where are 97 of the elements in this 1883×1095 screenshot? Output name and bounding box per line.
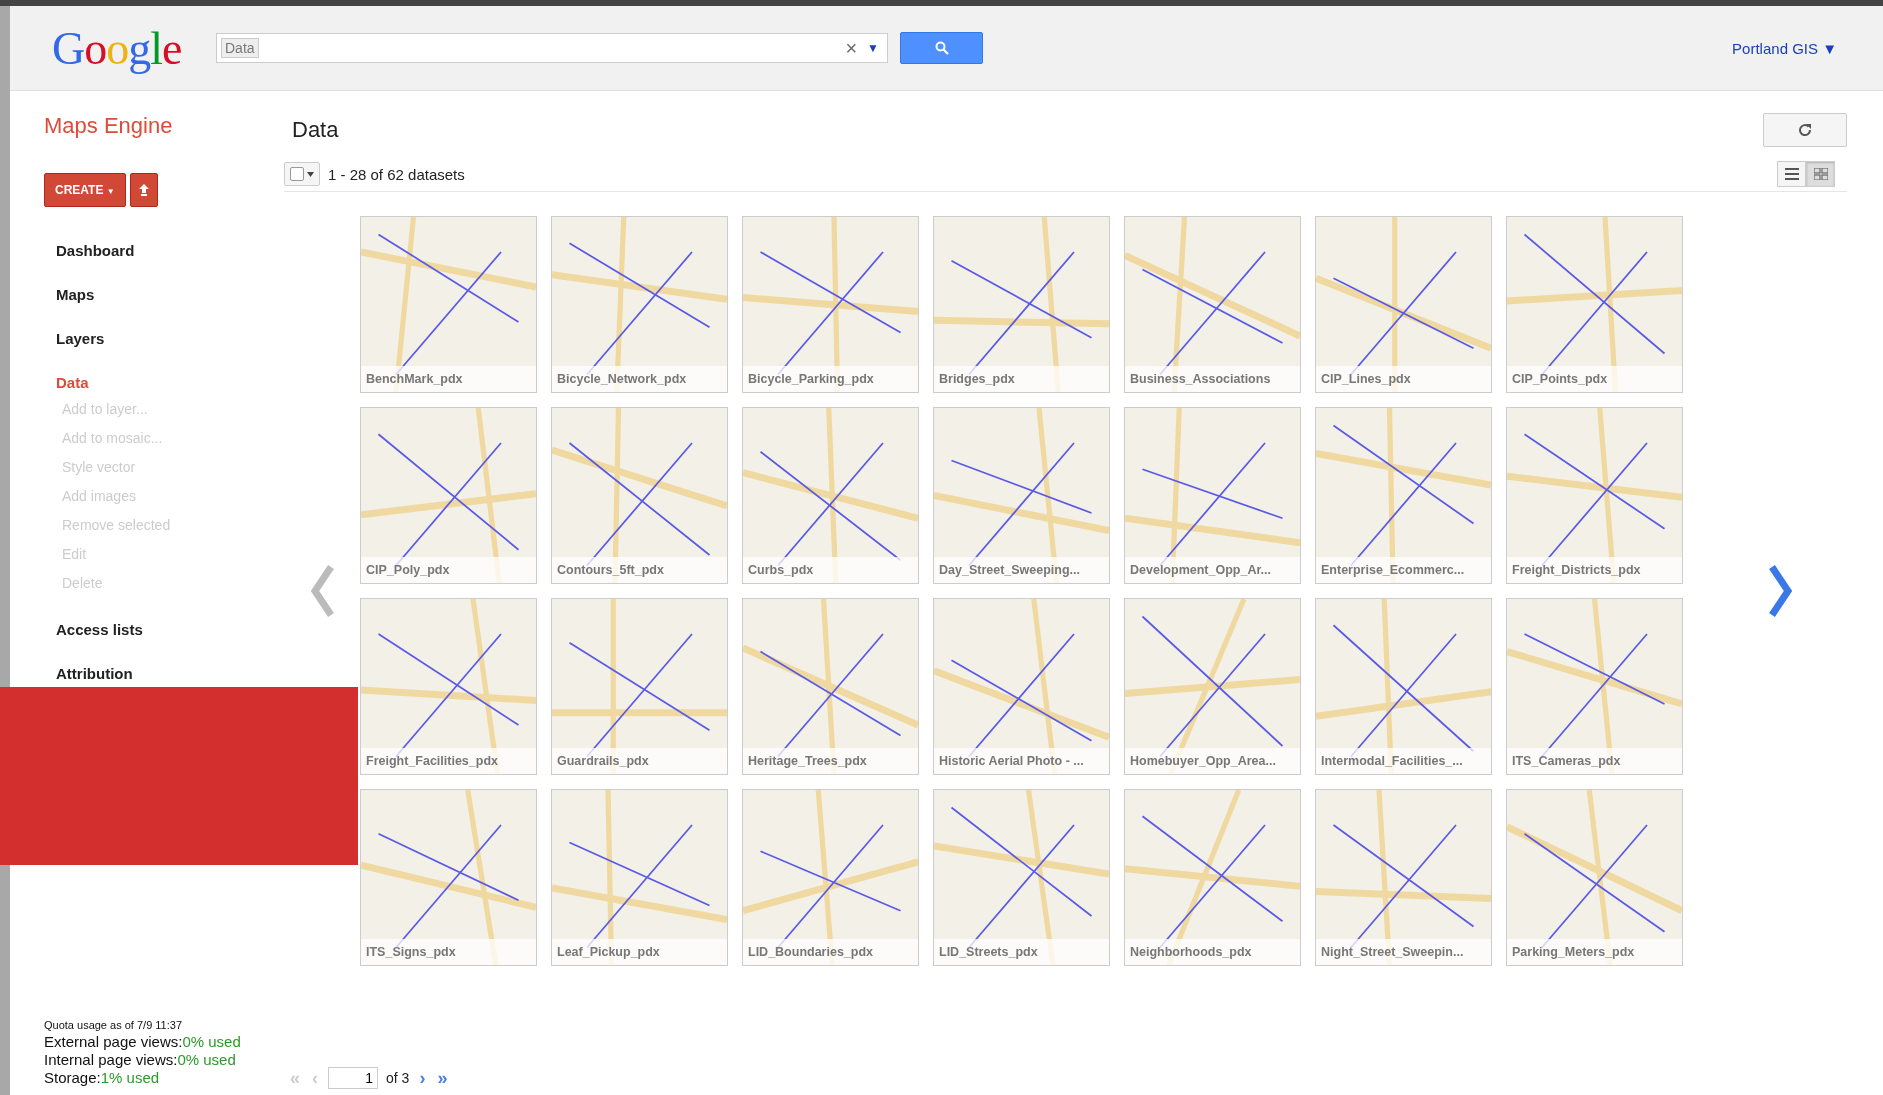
dataset-name: Homebuyer_Opp_Area... <box>1125 748 1300 774</box>
create-button[interactable]: CREATE ▼ <box>44 173 126 207</box>
dataset-name: Freight_Facilities_pdx <box>361 748 536 774</box>
dataset-name: Neighborhoods_pdx <box>1125 939 1300 965</box>
dataset-tile[interactable]: Heritage_Trees_pdx <box>742 598 919 775</box>
chevron-right-icon <box>1768 565 1794 617</box>
quota-label: Storage: <box>44 1069 101 1086</box>
dataset-tile[interactable]: Development_Opp_Ar... <box>1124 407 1301 584</box>
page-total: of 3 <box>386 1070 410 1086</box>
dataset-tile[interactable]: Contours_5ft_pdx <box>551 407 728 584</box>
search-token: Data <box>221 38 259 58</box>
dataset-name: Day_Street_Sweeping... <box>934 557 1109 583</box>
dataset-name: Curbs_pdx <box>743 557 918 583</box>
account-menu[interactable]: Portland GIS ▼ <box>1726 38 1843 58</box>
grid-view-button[interactable] <box>1806 161 1835 187</box>
dataset-name: Guardrails_pdx <box>552 748 727 774</box>
dataset-name: Bridges_pdx <box>934 366 1109 392</box>
sidebar-item[interactable]: Layers <box>44 311 272 355</box>
dataset-name: Enterprise_Ecommerc... <box>1316 557 1491 583</box>
logo[interactable]: Google <box>52 21 216 75</box>
dataset-tile[interactable]: Day_Street_Sweeping... <box>933 407 1110 584</box>
last-page-button[interactable]: » <box>435 1067 450 1089</box>
search-field[interactable]: Data × ▼ <box>216 33 888 63</box>
clear-button[interactable]: × <box>839 36 864 60</box>
sidebar-item[interactable]: Dashboard <box>44 223 272 267</box>
dataset-name: Business_Associations <box>1125 366 1300 392</box>
next-page-button[interactable]: › <box>417 1067 428 1089</box>
dataset-name: ITS_Cameras_pdx <box>1507 748 1682 774</box>
dataset-name: BenchMark_pdx <box>361 366 536 392</box>
dataset-tile[interactable]: CIP_Poly_pdx <box>360 407 537 584</box>
dataset-name: LID_Boundaries_pdx <box>743 939 918 965</box>
dataset-tile[interactable]: LID_Boundaries_pdx <box>742 789 919 966</box>
dataset-name: Heritage_Trees_pdx <box>743 748 918 774</box>
app-title: Maps Engine <box>44 113 174 140</box>
dataset-tile[interactable]: ITS_Signs_pdx <box>360 789 537 966</box>
dataset-tile[interactable]: Night_Street_Sweepin... <box>1315 789 1492 966</box>
sidebar-item[interactable]: Data <box>44 355 272 399</box>
dataset-name: Historic Aerial Photo - ... <box>934 748 1109 774</box>
refresh-icon <box>1797 122 1813 138</box>
dataset-name: CIP_Points_pdx <box>1507 366 1682 392</box>
dataset-tile[interactable]: BenchMark_pdx <box>360 216 537 393</box>
dataset-name: LID_Streets_pdx <box>934 939 1109 965</box>
dataset-tile[interactable]: LID_Streets_pdx <box>933 789 1110 966</box>
dataset-tile[interactable]: Business_Associations <box>1124 216 1301 393</box>
chevron-left-icon <box>309 565 335 617</box>
dataset-tile[interactable]: CIP_Lines_pdx <box>1315 216 1492 393</box>
grid-view-icon <box>1813 168 1828 180</box>
dataset-count: 1 - 28 of 62 datasets <box>328 165 465 183</box>
page-input[interactable]: 1 <box>328 1067 378 1089</box>
quota-label: Internal page views: <box>44 1051 178 1068</box>
dataset-name: Intermodal_Facilities_... <box>1316 748 1491 774</box>
page-title: Data <box>292 117 339 143</box>
search-button[interactable] <box>900 32 983 64</box>
dataset-tile[interactable]: Enterprise_Ecommerc... <box>1315 407 1492 584</box>
dataset-tile[interactable]: Intermodal_Facilities_... <box>1315 598 1492 775</box>
dataset-tile[interactable]: Leaf_Pickup_pdx <box>551 789 728 966</box>
dataset-tile[interactable]: Freight_Facilities_pdx <box>360 598 537 775</box>
dataset-tile[interactable]: Bridges_pdx <box>933 216 1110 393</box>
select-all-checkbox[interactable] <box>284 162 320 186</box>
quota-value: 0% used <box>182 1033 241 1050</box>
dataset-name: Parking_Meters_pdx <box>1507 939 1682 965</box>
upload-arrow-icon <box>138 184 149 196</box>
sidebar-item[interactable]: Access lists <box>44 602 272 646</box>
dataset-tile[interactable]: Historic Aerial Photo - ... <box>933 598 1110 775</box>
dataset-name: Night_Street_Sweepin... <box>1316 939 1491 965</box>
dataset-tile[interactable]: Bicycle_Network_pdx <box>551 216 728 393</box>
dataset-name: Contours_5ft_pdx <box>552 557 727 583</box>
quota-label: External page views: <box>44 1033 183 1050</box>
dataset-name: ITS_Signs_pdx <box>361 939 536 965</box>
dataset-name: Leaf_Pickup_pdx <box>552 939 727 965</box>
caret-icon <box>307 171 314 177</box>
dataset-name: CIP_Poly_pdx <box>361 557 536 583</box>
sidebar-item[interactable]: Maps <box>44 267 272 311</box>
sidebar-item[interactable]: Attribution <box>44 646 272 690</box>
dataset-tile[interactable]: ITS_Cameras_pdx <box>1506 598 1683 775</box>
dropdown-button[interactable]: ▼ <box>863 41 883 55</box>
dataset-name: CIP_Lines_pdx <box>1316 366 1491 392</box>
dataset-tile[interactable]: Curbs_pdx <box>742 407 919 584</box>
dataset-tile[interactable]: Bicycle_Parking_pdx <box>742 216 919 393</box>
dataset-tile[interactable]: CIP_Points_pdx <box>1506 216 1683 393</box>
dataset-name: Development_Opp_Ar... <box>1125 557 1300 583</box>
quota-value: 0% used <box>177 1051 236 1068</box>
dataset-name: Bicycle_Parking_pdx <box>743 366 918 392</box>
dataset-tile[interactable]: Neighborhoods_pdx <box>1124 789 1301 966</box>
list-view-icon <box>1784 168 1799 180</box>
refresh-button[interactable] <box>1763 113 1847 147</box>
dataset-name: Bicycle_Network_pdx <box>552 366 727 392</box>
dataset-tile[interactable]: Homebuyer_Opp_Area... <box>1124 598 1301 775</box>
dataset-tile[interactable]: Parking_Meters_pdx <box>1506 789 1683 966</box>
quota-value: 1% used <box>100 1069 160 1086</box>
list-view-button[interactable] <box>1777 161 1806 187</box>
search-icon <box>934 41 949 55</box>
dataset-tile[interactable]: Guardrails_pdx <box>551 598 728 775</box>
upload-button[interactable] <box>129 173 158 207</box>
quota-title: Quota usage as of 7/9 11:37 <box>44 1019 183 1031</box>
dataset-tile[interactable]: Freight_Districts_pdx <box>1506 407 1683 584</box>
dataset-name: Freight_Districts_pdx <box>1507 557 1682 583</box>
